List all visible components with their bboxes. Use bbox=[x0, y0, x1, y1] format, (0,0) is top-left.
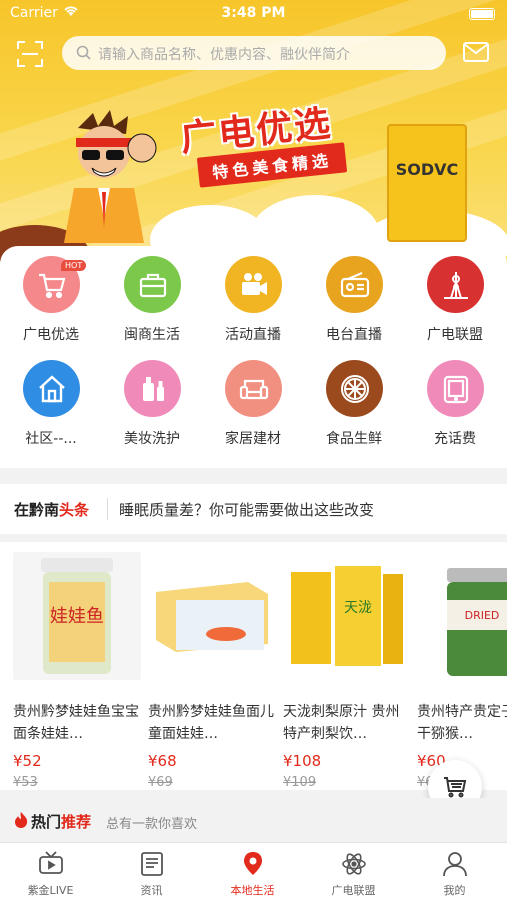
bottom-tab-bar: 紫金LIVE 资讯 本地生活 广电联盟 我的 bbox=[0, 842, 507, 900]
app-screen: 广电优选 特色美食精选 SODVC Carrier 3:48 PM 请输入商品名… bbox=[0, 0, 507, 900]
tab-zijin-live[interactable]: 紫金LIVE bbox=[0, 843, 101, 900]
product-image: 娃娃鱼 bbox=[13, 552, 141, 680]
category-label: 活动直播 bbox=[225, 327, 281, 343]
battery-icon bbox=[469, 8, 495, 20]
product-name: 贵州黔梦娃娃鱼宝宝面条娃娃… bbox=[13, 704, 139, 742]
location-pin-icon bbox=[244, 852, 262, 875]
category-item-community[interactable]: 社区--... bbox=[1, 350, 101, 447]
tab-label: 紫金LIVE bbox=[27, 884, 74, 897]
top-bar: 请输入商品名称、优惠内容、融伙伴简介 bbox=[0, 32, 507, 76]
category-label: 广电联盟 bbox=[427, 327, 483, 343]
tab-label: 我的 bbox=[443, 884, 466, 897]
ticker-headline[interactable]: 睡眠质量差？你可能需要做出这些改变 bbox=[119, 499, 374, 520]
mail-icon[interactable] bbox=[463, 42, 489, 66]
scan-icon[interactable] bbox=[16, 40, 44, 68]
banner-product-image: SODVC bbox=[387, 124, 467, 242]
product-image: 天泷 bbox=[283, 552, 411, 680]
product-card[interactable]: 天泷 天泷刺梨原汁 贵州特产刺梨饮… ¥108 ¥109 bbox=[283, 552, 413, 790]
category-item-beauty-care[interactable]: 美妆洗护 bbox=[102, 350, 202, 447]
product-image bbox=[148, 552, 276, 680]
hot-recommend-header: 热门推荐 总有一款你喜欢 bbox=[0, 798, 507, 842]
product-old-price: ¥53 bbox=[13, 775, 38, 790]
divider bbox=[107, 498, 108, 520]
mascot-image bbox=[48, 108, 160, 243]
person-icon bbox=[443, 852, 467, 877]
status-bar: Carrier 3:48 PM bbox=[0, 0, 507, 28]
hot-recommend-suffix: 推荐 bbox=[61, 813, 92, 831]
category-label: 闽商生活 bbox=[124, 327, 180, 343]
product-name: 贵州特产贵定子猕猴干猕猴… bbox=[417, 704, 507, 742]
hot-badge: HOT bbox=[61, 260, 87, 271]
search-icon bbox=[76, 45, 91, 64]
category-label: 充话费 bbox=[434, 431, 476, 447]
tv-icon bbox=[39, 851, 63, 874]
svg-text:天泷: 天泷 bbox=[344, 600, 372, 616]
search-placeholder: 请输入商品名称、优惠内容、融伙伴简介 bbox=[98, 47, 350, 63]
radio-icon bbox=[326, 256, 383, 313]
tab-news[interactable]: 资讯 bbox=[101, 843, 202, 900]
briefcase-icon bbox=[124, 256, 181, 313]
cosmetics-icon bbox=[124, 360, 181, 417]
tab-label: 本地生活 bbox=[230, 884, 275, 897]
hot-recommend-prefix: 热门 bbox=[31, 813, 62, 831]
tab-guangdian-alliance[interactable]: 广电联盟 bbox=[303, 843, 404, 900]
ticker-brand-suffix: 头条 bbox=[59, 501, 90, 519]
product-card[interactable]: DRIED 贵州特产贵定子猕猴干猕猴… ¥60 ¥6 bbox=[417, 552, 507, 790]
tab-label: 广电联盟 bbox=[331, 884, 376, 897]
house-icon bbox=[23, 360, 80, 417]
atom-icon bbox=[342, 853, 366, 875]
product-price: ¥68 bbox=[148, 752, 177, 770]
tablet-icon bbox=[427, 360, 484, 417]
search-bar[interactable]: 请输入商品名称、优惠内容、融伙伴简介 bbox=[62, 36, 446, 70]
category-item-guangdian-youxuan[interactable]: HOT 广电优选 bbox=[1, 246, 101, 343]
category-item-guangdian-alliance[interactable]: 广电联盟 bbox=[405, 246, 505, 343]
category-label: 食品生鲜 bbox=[326, 431, 382, 447]
product-card[interactable]: 贵州黔梦娃娃鱼面儿童面娃娃… ¥68 ¥69 bbox=[148, 552, 278, 790]
ticker-brand: 在黔南头条 bbox=[14, 499, 89, 520]
svg-text:娃娃鱼: 娃娃鱼 bbox=[50, 606, 104, 627]
product-box-label: SODVC bbox=[395, 160, 459, 179]
product-rail[interactable]: 娃娃鱼 贵州黔梦娃娃鱼宝宝面条娃娃… ¥52 ¥53 贵州黔梦娃娃鱼面儿童面娃娃… bbox=[0, 542, 507, 790]
category-label: 广电优选 bbox=[23, 327, 79, 343]
tower-icon bbox=[427, 256, 484, 313]
video-camera-icon bbox=[225, 256, 282, 313]
product-old-price: ¥69 bbox=[148, 775, 173, 790]
category-item-phone-recharge[interactable]: 充话费 bbox=[405, 350, 505, 447]
clock: 3:48 PM bbox=[221, 5, 286, 21]
category-item-radio-live[interactable]: 电台直播 bbox=[304, 246, 404, 343]
category-label: 家居建材 bbox=[225, 431, 281, 447]
hot-recommend-subtitle: 总有一款你喜欢 bbox=[106, 817, 198, 832]
product-old-price: ¥109 bbox=[283, 775, 317, 790]
news-icon bbox=[141, 852, 163, 876]
headline-ticker[interactable]: 在黔南头条 睡眠质量差？你可能需要做出这些改变 bbox=[0, 484, 507, 534]
product-name: 天泷刺梨原汁 贵州特产刺梨饮… bbox=[283, 704, 400, 742]
product-price: ¥108 bbox=[283, 752, 322, 770]
product-name: 贵州黔梦娃娃鱼面儿童面娃娃… bbox=[148, 704, 274, 742]
hot-recommend-title: 热门推荐 bbox=[31, 811, 91, 832]
flame-icon bbox=[13, 811, 29, 833]
cart-icon bbox=[444, 777, 467, 798]
category-item-home-building[interactable]: 家居建材 bbox=[203, 350, 303, 447]
category-item-event-live[interactable]: 活动直播 bbox=[203, 246, 303, 343]
category-label: 电台直播 bbox=[326, 327, 382, 343]
category-item-fresh-food[interactable]: 食品生鲜 bbox=[304, 350, 404, 447]
sofa-icon bbox=[225, 360, 282, 417]
ticker-brand-prefix: 在黔南 bbox=[14, 501, 60, 519]
product-image: DRIED bbox=[417, 552, 507, 680]
tab-label: 资讯 bbox=[140, 884, 163, 897]
category-item-minshang-life[interactable]: 闽商生活 bbox=[102, 246, 202, 343]
tab-mine[interactable]: 我的 bbox=[404, 843, 505, 900]
category-grid: HOT 广电优选 闽商生活 活动直播 电台直播 广电联盟 社区--... 美妆洗… bbox=[0, 246, 507, 468]
category-label: 社区--... bbox=[25, 431, 77, 447]
category-label: 美妆洗护 bbox=[124, 431, 180, 447]
svg-text:DRIED: DRIED bbox=[465, 609, 500, 622]
lemon-slice-icon bbox=[326, 360, 383, 417]
tab-local-life[interactable]: 本地生活 bbox=[202, 843, 303, 900]
product-card[interactable]: 娃娃鱼 贵州黔梦娃娃鱼宝宝面条娃娃… ¥52 ¥53 bbox=[13, 552, 143, 790]
product-price: ¥52 bbox=[13, 752, 42, 770]
